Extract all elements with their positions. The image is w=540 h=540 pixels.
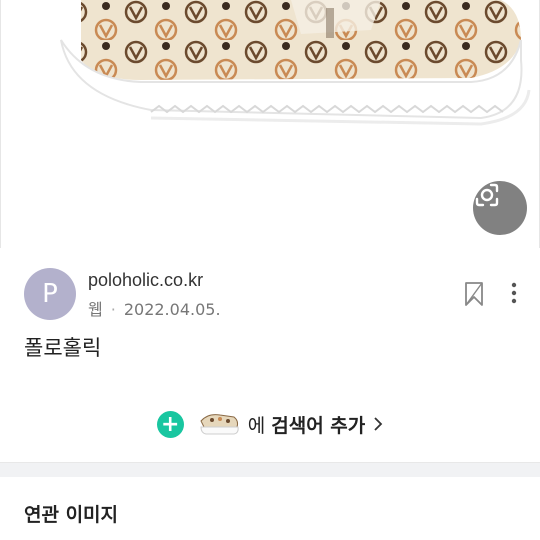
plus-icon[interactable]: +	[156, 410, 184, 438]
sneaker-image	[1, 0, 539, 248]
lens-search-icon	[475, 183, 499, 207]
document-title[interactable]: 폴로홀릭	[24, 332, 101, 362]
more-options-button[interactable]	[502, 278, 526, 308]
source-date: 2022.04.05.	[123, 300, 221, 319]
source-type: 웹	[88, 300, 103, 319]
section-divider	[0, 462, 540, 477]
chevron-right-icon	[374, 417, 383, 431]
sneaker-thumbnail	[200, 414, 239, 435]
search-add-text: 에	[247, 414, 266, 437]
source-info: P poloholic.co.kr 웹 · 2022.04.05.	[0, 266, 540, 322]
search-add-label[interactable]: 검색어 추가	[271, 411, 365, 438]
source-meta: 웹 · 2022.04.05.	[88, 296, 221, 320]
result-image[interactable]	[0, 0, 540, 248]
related-images-heading: 연관 이미지	[24, 504, 119, 526]
meta-separator: ·	[110, 300, 116, 319]
more-vertical-icon	[511, 282, 517, 304]
site-name-link[interactable]: poloholic.co.kr	[88, 270, 203, 291]
add-search-term-row[interactable]: + 에 검색어 추가	[0, 402, 540, 446]
bookmark-button[interactable]	[462, 280, 488, 308]
lens-search-button[interactable]	[473, 181, 527, 235]
avatar[interactable]: P	[24, 268, 76, 320]
bookmark-icon	[465, 282, 483, 306]
